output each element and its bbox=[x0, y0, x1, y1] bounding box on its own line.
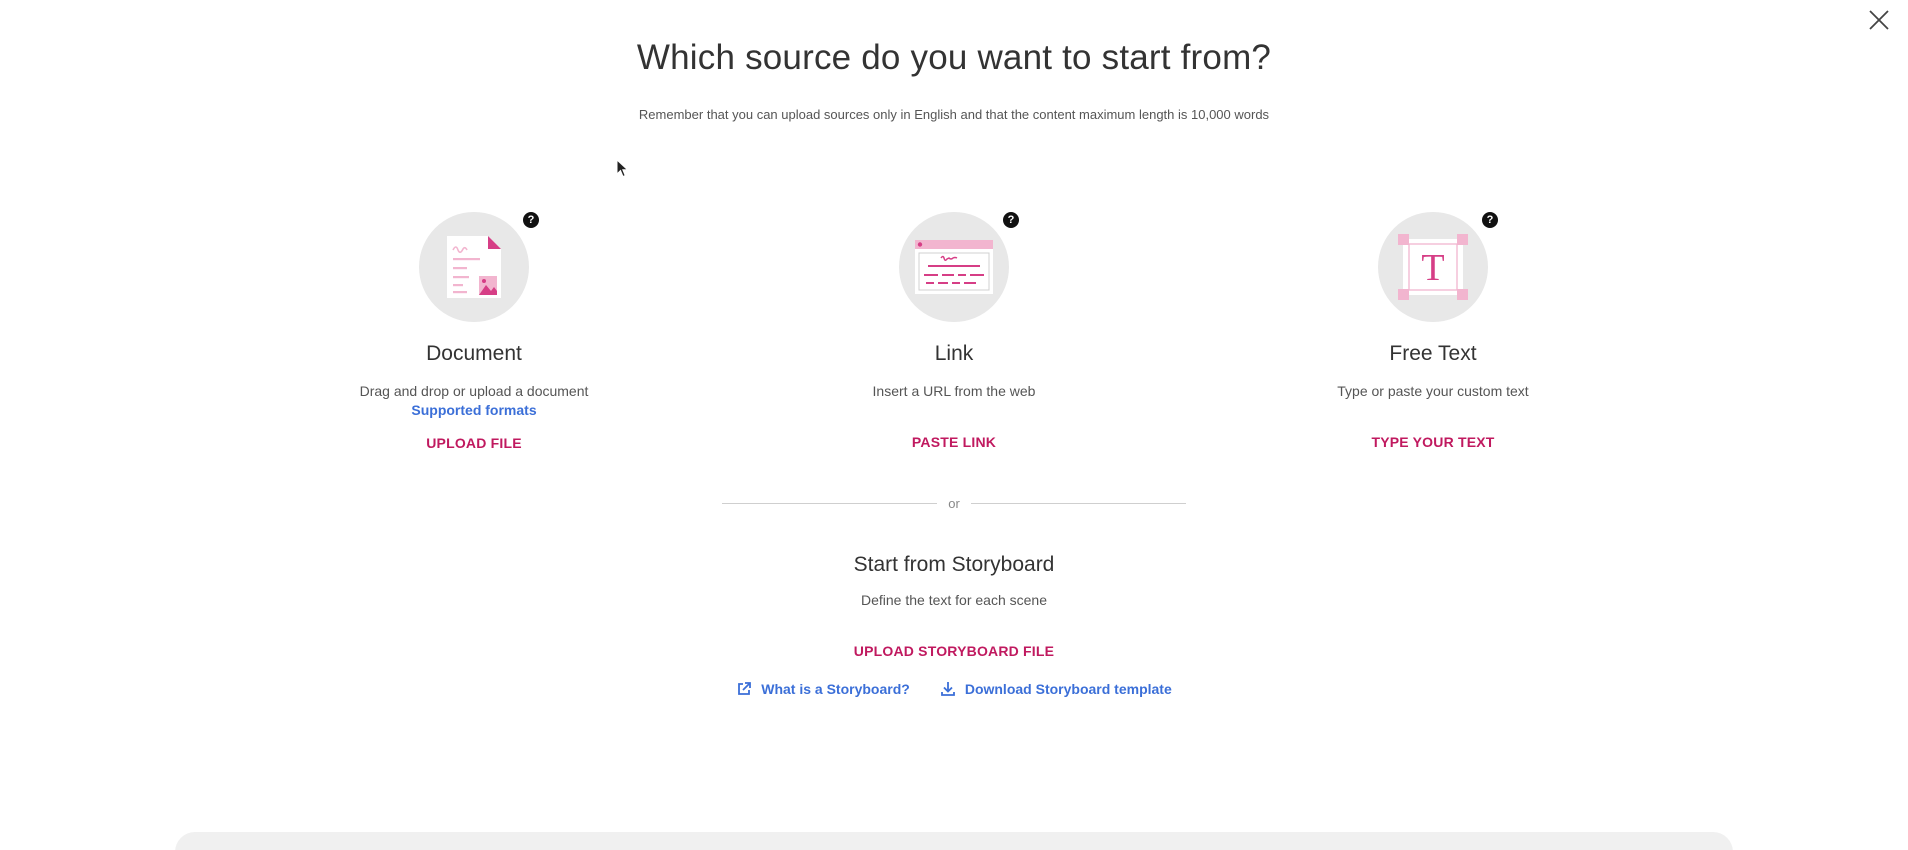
paste-link-button[interactable]: PASTE LINK bbox=[912, 434, 996, 450]
text-icon[interactable]: T bbox=[1378, 212, 1488, 322]
what-is-storyboard-link[interactable]: What is a Storyboard? bbox=[736, 681, 910, 697]
option-title: Document bbox=[426, 342, 522, 365]
help-icon[interactable]: ? bbox=[1482, 212, 1498, 228]
document-icon-wrap: ? bbox=[419, 212, 539, 322]
download-icon bbox=[940, 682, 955, 696]
supported-formats-link[interactable]: Supported formats bbox=[411, 402, 536, 418]
option-title: Link bbox=[934, 342, 974, 365]
webpage-icon[interactable] bbox=[899, 212, 1009, 322]
upload-file-button[interactable]: UPLOAD FILE bbox=[426, 435, 522, 451]
storyboard-title: Start from Storyboard bbox=[853, 553, 1055, 576]
close-button[interactable] bbox=[1865, 6, 1893, 34]
close-icon bbox=[1869, 10, 1889, 30]
page-subtitle: Remember that you can upload sources onl… bbox=[638, 107, 1270, 122]
divider-line bbox=[970, 502, 1186, 504]
storyboard-description: Define the text for each scene bbox=[861, 592, 1047, 608]
upload-storyboard-file-button[interactable]: UPLOAD STORYBOARD FILE bbox=[854, 643, 1054, 659]
option-description: Drag and drop or upload a document bbox=[359, 383, 589, 399]
option-description: Insert a URL from the web bbox=[872, 383, 1036, 399]
mouse-cursor-icon bbox=[616, 159, 629, 178]
divider-line bbox=[722, 502, 938, 504]
document-icon[interactable] bbox=[419, 212, 529, 322]
option-description: Type or paste your custom text bbox=[1337, 383, 1529, 399]
help-icon[interactable]: ? bbox=[1003, 212, 1019, 228]
option-title: Free Text bbox=[1389, 342, 1477, 365]
help-icon[interactable]: ? bbox=[523, 212, 539, 228]
storyboard-section: Start from Storyboard Define the text fo… bbox=[0, 553, 1908, 697]
bottom-panel bbox=[175, 832, 1733, 850]
type-your-text-button[interactable]: TYPE YOUR TEXT bbox=[1371, 434, 1494, 450]
external-link-icon bbox=[738, 682, 752, 695]
document-option: ? Document Drag and drop or upload a doc… bbox=[304, 212, 644, 451]
link-label: What is a Storyboard? bbox=[761, 681, 910, 697]
storyboard-links: What is a Storyboard? Download Storyboar… bbox=[736, 681, 1172, 697]
link-label: Download Storyboard template bbox=[964, 681, 1172, 697]
divider-label: or bbox=[948, 495, 960, 511]
page-title: Which source do you want to start from? bbox=[636, 38, 1272, 77]
link-option: ? Link Insert a URL from the web PASTE L… bbox=[784, 212, 1124, 450]
download-storyboard-template-link[interactable]: Download Storyboard template bbox=[940, 681, 1172, 697]
svg-text:T: T bbox=[1421, 247, 1444, 289]
free-text-option: T ? Free Text Type or paste your custom … bbox=[1263, 212, 1603, 450]
text-icon-wrap: T ? bbox=[1378, 212, 1498, 322]
or-divider: or bbox=[722, 493, 1186, 513]
webpage-icon-wrap: ? bbox=[899, 212, 1019, 322]
